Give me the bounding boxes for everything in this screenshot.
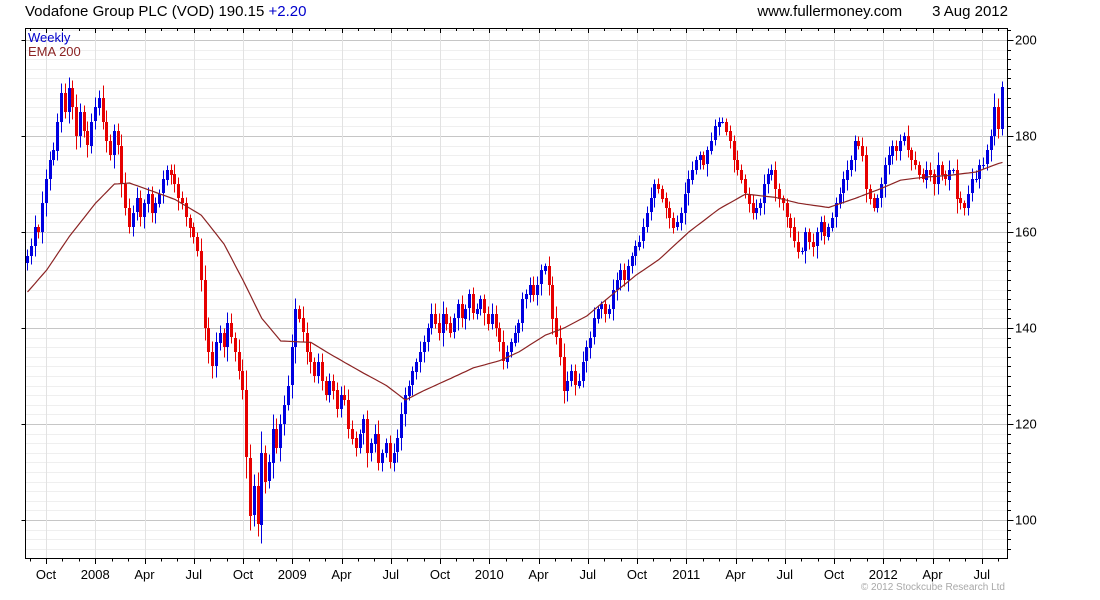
svg-text:Oct: Oct: [36, 567, 57, 582]
gridlines: [26, 29, 1007, 558]
svg-text:Apr: Apr: [725, 567, 746, 582]
svg-text:2008: 2008: [81, 567, 110, 582]
svg-text:Apr: Apr: [922, 567, 943, 582]
svg-text:Oct: Oct: [233, 567, 254, 582]
svg-text:Oct: Oct: [430, 567, 451, 582]
svg-text:Apr: Apr: [331, 567, 352, 582]
y-axis-labels: 200 180 160 140 120 100: [1015, 33, 1037, 528]
svg-text:100: 100: [1015, 513, 1037, 528]
svg-text:Jul: Jul: [185, 567, 202, 582]
svg-text:2011: 2011: [672, 567, 700, 582]
svg-text:160: 160: [1015, 225, 1037, 240]
x-axis-labels: Oct 2008 Apr Jul Oct 2009 Apr Jul Oct 2010 Apr Jul O…: [36, 567, 990, 582]
x-axis-ticks: [30, 28, 999, 564]
svg-text:2012: 2012: [869, 567, 898, 582]
svg-text:180: 180: [1015, 129, 1037, 144]
copyright-notice: © 2012 Stockcube Research Ltd: [860, 582, 1005, 593]
svg-text:Jul: Jul: [776, 567, 793, 582]
svg-text:Apr: Apr: [134, 567, 155, 582]
candles: [26, 77, 1004, 544]
svg-text:Oct: Oct: [824, 567, 845, 582]
candlestick-chart: Oct 2008 Apr Jul Oct 2009 Apr Jul Oct 2010 Apr Jul O…: [21, 28, 1037, 582]
svg-text:2009: 2009: [278, 567, 307, 582]
svg-text:Jul: Jul: [579, 567, 596, 582]
svg-text:120: 120: [1015, 417, 1037, 432]
svg-text:2010: 2010: [475, 567, 504, 582]
legend-weekly: Weekly: [28, 30, 71, 45]
svg-text:Jul: Jul: [382, 567, 399, 582]
svg-text:Jul: Jul: [973, 567, 990, 582]
svg-text:Apr: Apr: [528, 567, 549, 582]
svg-text:140: 140: [1015, 321, 1037, 336]
svg-text:200: 200: [1015, 33, 1037, 48]
svg-text:Oct: Oct: [627, 567, 648, 582]
legend-ema-200: EMA 200: [28, 44, 81, 59]
ema-line: [27, 161, 1003, 401]
